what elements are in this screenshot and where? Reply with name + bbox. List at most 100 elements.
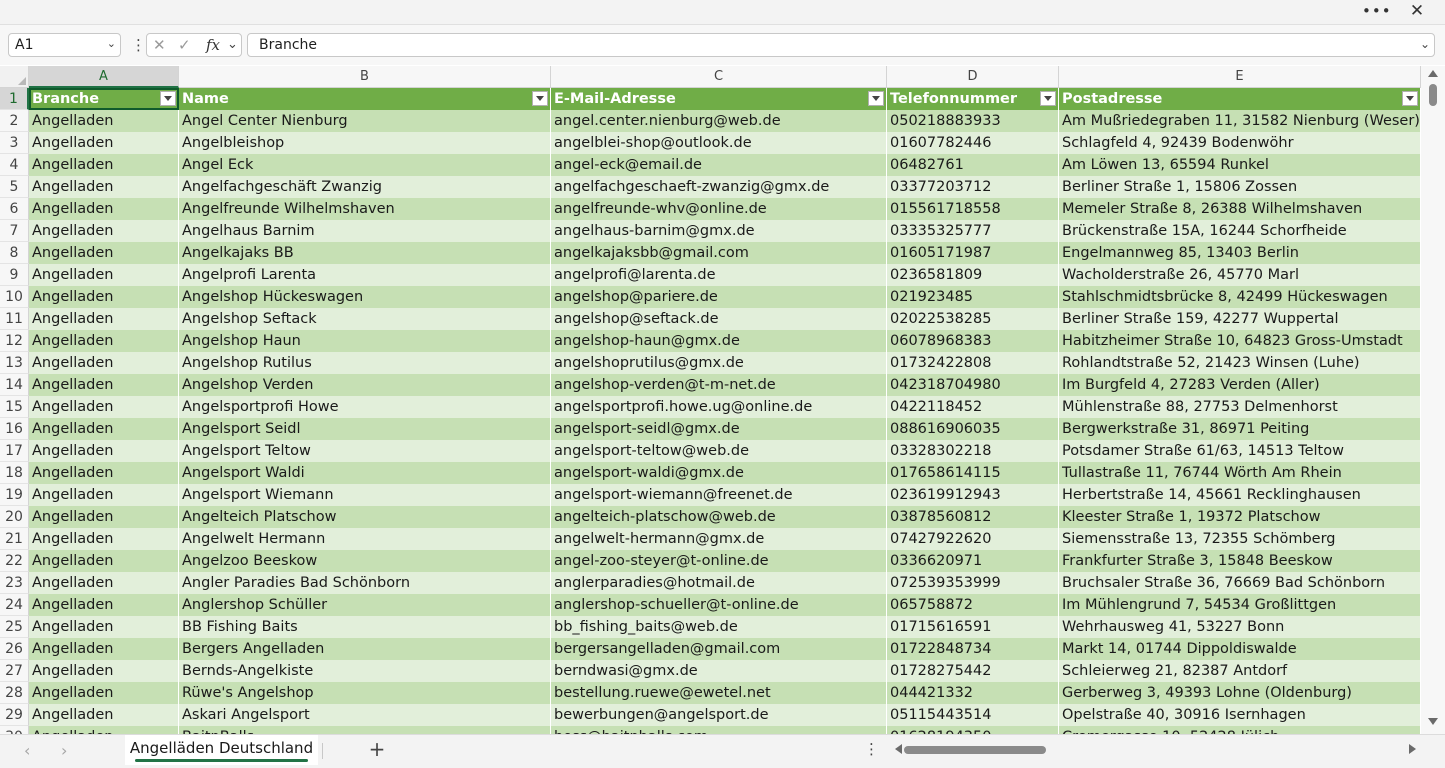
table-cell[interactable]: Angelladen [29,286,179,308]
table-cell[interactable]: Angelladen [29,484,179,506]
table-cell[interactable]: 01722848734 [887,638,1059,660]
formula-input[interactable]: Branche ⌄ [247,33,1435,57]
table-cell[interactable]: Memeler Straße 8, 26388 Wilhelmshaven [1059,198,1421,220]
table-cell[interactable]: berndwasi@gmx.de [551,660,887,682]
table-cell[interactable]: Angelshop Rutilus [179,352,551,374]
table-cell[interactable]: angelshop@seftack.de [551,308,887,330]
table-cell[interactable]: Askari Angelsport [179,704,551,726]
sheet-tab-label[interactable]: Angelläden Deutschland [130,739,313,757]
header-cell[interactable]: E-Mail-Adresse [551,88,887,110]
table-cell[interactable]: Angelladen [29,660,179,682]
table-cell[interactable]: Gerberweg 3, 49393 Lohne (Oldenburg) [1059,682,1421,704]
row-number[interactable]: 22 [0,550,29,572]
row-number[interactable]: 21 [0,528,29,550]
row-number[interactable]: 4 [0,154,29,176]
table-cell[interactable]: Angelladen [29,308,179,330]
table-cell[interactable]: Angelsport Teltow [179,440,551,462]
table-cell[interactable]: Angelladen [29,506,179,528]
table-cell[interactable]: Angelsport Wiemann [179,484,551,506]
table-cell[interactable]: 021923485 [887,286,1059,308]
table-cell[interactable]: 0336620971 [887,550,1059,572]
table-cell[interactable]: 03878560812 [887,506,1059,528]
table-cell[interactable]: Bergwerkstraße 31, 86971 Peiting [1059,418,1421,440]
table-cell[interactable]: 01732422808 [887,352,1059,374]
row-number[interactable]: 20 [0,506,29,528]
table-cell[interactable]: angelshop@pariere.de [551,286,887,308]
table-cell[interactable]: angel-zoo-steyer@t-online.de [551,550,887,572]
table-cell[interactable]: Cremergasse 10, 52428 Jülich [1059,726,1421,734]
row-number[interactable]: 27 [0,660,29,682]
row-number[interactable]: 30 [0,726,29,734]
table-cell[interactable]: Angler Paradies Bad Schönborn [179,572,551,594]
row-number[interactable]: 17 [0,440,29,462]
table-cell[interactable]: Angelladen [29,726,179,734]
table-cell[interactable]: 044421332 [887,682,1059,704]
table-cell[interactable]: Angelsport Seidl [179,418,551,440]
table-cell[interactable]: 050218883933 [887,110,1059,132]
row-number[interactable]: 15 [0,396,29,418]
table-cell[interactable]: Angelshop Seftack [179,308,551,330]
table-cell[interactable]: Rüwe's Angelshop [179,682,551,704]
chevron-down-icon[interactable]: ⌄ [107,37,116,50]
table-cell[interactable]: Angelladen [29,154,179,176]
table-cell[interactable]: angelfachgeschaeft-zwanzig@gmx.de [551,176,887,198]
row-number[interactable]: 23 [0,572,29,594]
table-cell[interactable]: Bernds-Angelkiste [179,660,551,682]
table-cell[interactable]: angelshoprutilus@gmx.de [551,352,887,374]
table-cell[interactable]: 05115443514 [887,704,1059,726]
table-cell[interactable]: Angelshop Haun [179,330,551,352]
table-cell[interactable]: angelfreunde-whv@online.de [551,198,887,220]
table-cell[interactable]: Berliner Straße 1, 15806 Zossen [1059,176,1421,198]
table-cell[interactable]: Angelladen [29,528,179,550]
scroll-right-icon[interactable] [1409,744,1416,754]
table-cell[interactable]: Wehrhausweg 41, 53227 Bonn [1059,616,1421,638]
filter-dropdown-icon[interactable] [1402,91,1418,106]
table-cell[interactable]: 0236581809 [887,264,1059,286]
row-number[interactable]: 26 [0,638,29,660]
scroll-down-icon[interactable] [1428,718,1438,725]
filter-dropdown-icon[interactable] [1040,91,1056,106]
table-cell[interactable]: Angelladen [29,198,179,220]
row-number[interactable]: 7 [0,220,29,242]
table-cell[interactable]: Angelkajaks BB [179,242,551,264]
table-cell[interactable]: angelsport-waldi@gmx.de [551,462,887,484]
row-number[interactable]: 8 [0,242,29,264]
column-header-d[interactable]: D [887,66,1059,88]
row-number[interactable]: 1 [0,88,29,110]
vertical-scroll-thumb[interactable] [1429,84,1437,106]
table-cell[interactable]: angelwelt-hermann@gmx.de [551,528,887,550]
table-cell[interactable]: 03328302218 [887,440,1059,462]
table-cell[interactable]: 0422118452 [887,396,1059,418]
header-cell[interactable]: Postadresse [1059,88,1421,110]
table-cell[interactable]: Berliner Straße 159, 42277 Wuppertal [1059,308,1421,330]
table-cell[interactable]: Angelshop Hückeswagen [179,286,551,308]
table-cell[interactable]: Engelmannweg 85, 13403 Berlin [1059,242,1421,264]
table-cell[interactable]: Angelbleishop [179,132,551,154]
filter-dropdown-icon[interactable] [532,91,548,106]
table-cell[interactable]: Angelladen [29,110,179,132]
table-cell[interactable]: Stahlschmidtsbrücke 8, 42499 Hückeswagen [1059,286,1421,308]
table-cell[interactable]: Angelwelt Hermann [179,528,551,550]
table-cell[interactable]: Angelteich Platschow [179,506,551,528]
table-cell[interactable]: Angel Center Nienburg [179,110,551,132]
filter-dropdown-icon[interactable] [160,91,176,106]
table-cell[interactable]: angelsport-wiemann@freenet.de [551,484,887,506]
table-cell[interactable]: Angelladen [29,616,179,638]
table-cell[interactable]: Im Mühlengrund 7, 54534 Großlittgen [1059,594,1421,616]
confirm-icon[interactable]: ✓ [178,36,191,54]
table-cell[interactable]: Angelladen [29,396,179,418]
table-cell[interactable]: 01715616591 [887,616,1059,638]
row-number[interactable]: 6 [0,198,29,220]
row-number[interactable]: 11 [0,308,29,330]
table-cell[interactable]: Kleester Straße 1, 19372 Platschow [1059,506,1421,528]
table-cell[interactable]: angelsportprofi.howe.ug@online.de [551,396,887,418]
table-cell[interactable]: angelhaus-barnim@gmx.de [551,220,887,242]
table-cell[interactable]: Angelladen [29,220,179,242]
table-cell[interactable]: Tullastraße 11, 76744 Wörth Am Rhein [1059,462,1421,484]
table-cell[interactable]: Rohlandtstraße 52, 21423 Winsen (Luhe) [1059,352,1421,374]
table-cell[interactable]: angel.center.nienburg@web.de [551,110,887,132]
spreadsheet-grid[interactable]: A B C D E 1 Branche Name E-Mail-Adresse Telefonnu… [0,66,1421,734]
row-number[interactable]: 3 [0,132,29,154]
table-cell[interactable]: Angelladen [29,682,179,704]
table-cell[interactable]: Bruchsaler Straße 36, 76669 Bad Schönbor… [1059,572,1421,594]
